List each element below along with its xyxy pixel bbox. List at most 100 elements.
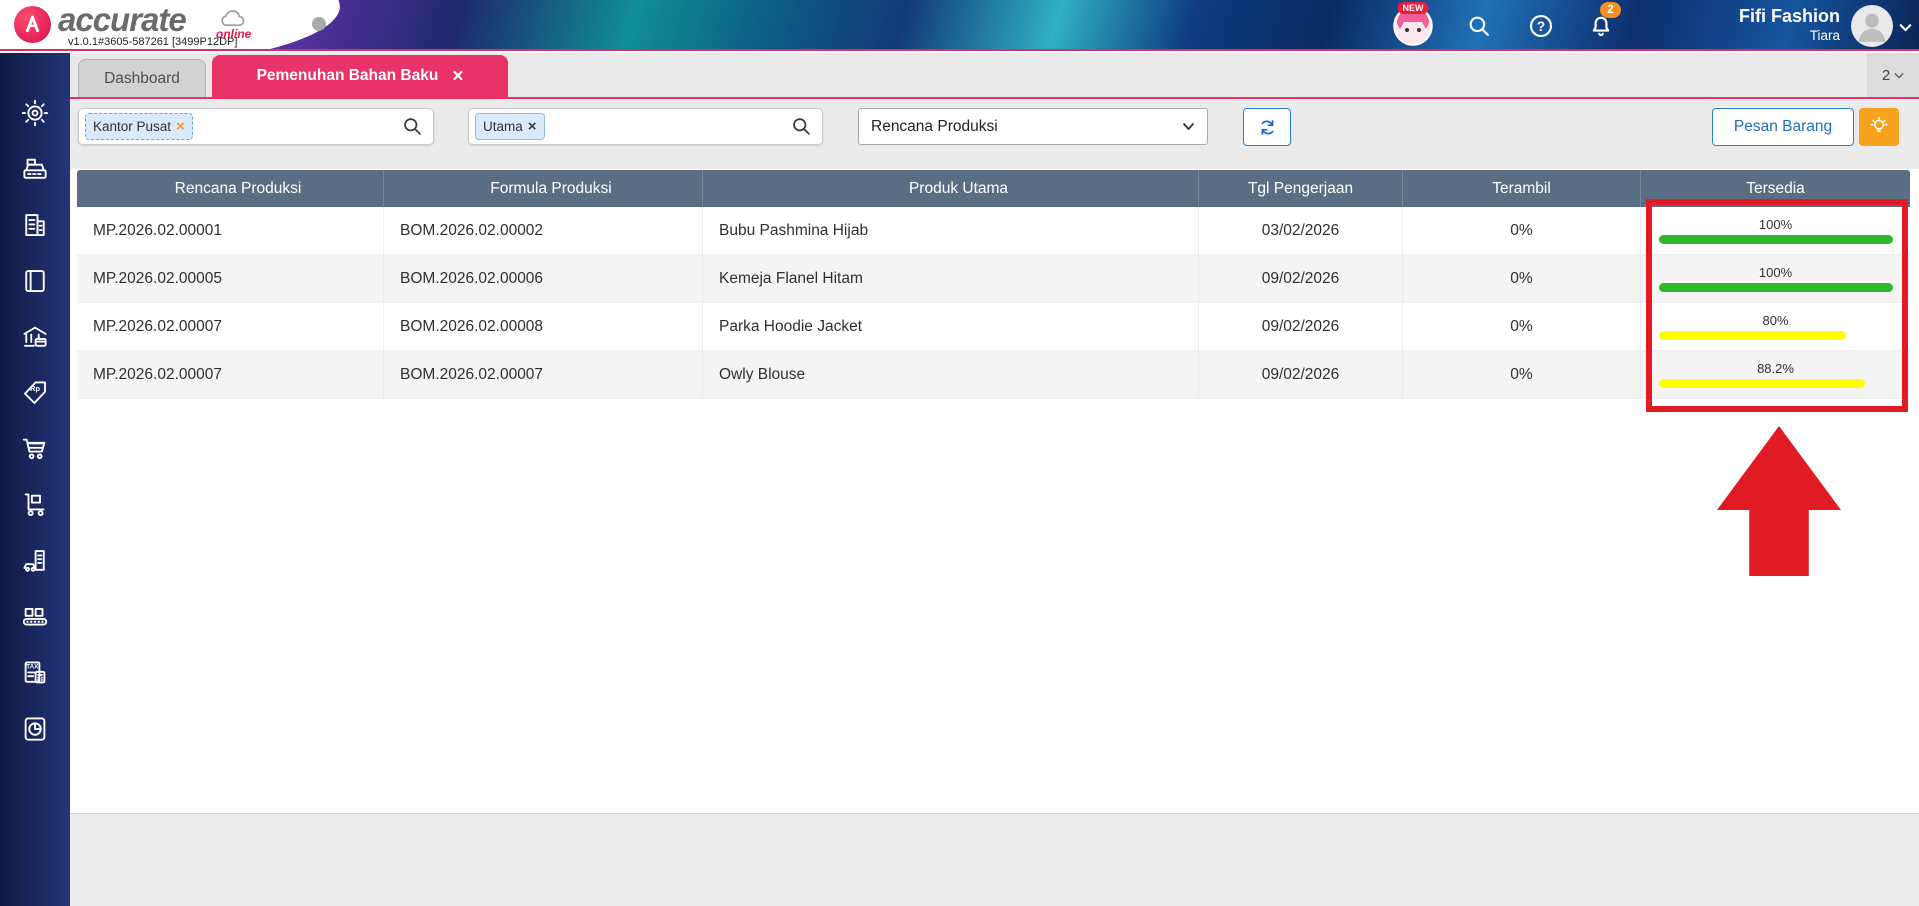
tersedia-percent-label: 100% (1759, 266, 1792, 280)
main-content: Rencana Produksi Formula Produksi Produk… (70, 169, 1919, 813)
svg-text:?: ? (1537, 19, 1545, 34)
column-header-tgl-pengerjaan[interactable]: Tgl Pengerjaan (1198, 170, 1402, 207)
cell-tgl: 03/02/2026 (1198, 207, 1402, 254)
branch-filter-input[interactable]: Kantor Pusat × (78, 108, 434, 145)
table-row[interactable]: MP.2026.02.00007 BOM.2026.02.00008 Parka… (77, 303, 1910, 351)
warehouse-chip-label: Utama (483, 119, 523, 134)
table-row[interactable]: MP.2026.02.00001 BOM.2026.02.00002 Bubu … (77, 207, 1910, 255)
column-header-produk-utama[interactable]: Produk Utama (702, 170, 1198, 207)
chip-remove-icon[interactable]: × (528, 119, 537, 134)
refresh-icon (1257, 117, 1278, 138)
accurate-online-app: accurate online v1.0.1#3605-587261 [3499… (0, 0, 1919, 906)
column-header-formula-produksi[interactable]: Formula Produksi (383, 170, 702, 207)
branch-chip-label: Kantor Pusat (93, 119, 171, 134)
tab-pemenuhan-bahan-baku[interactable]: Pemenuhan Bahan Baku × (212, 55, 508, 97)
tersedia-percent-label: 88.2% (1757, 362, 1794, 376)
column-header-terambil[interactable]: Terambil (1402, 170, 1640, 207)
svg-text:TAX: TAX (26, 664, 39, 671)
chip-remove-icon[interactable]: × (176, 119, 185, 134)
sidebar-item-manufacturing[interactable] (20, 602, 50, 632)
sidebar-item-reports[interactable] (20, 714, 50, 744)
sidebar-item-settings[interactable] (20, 98, 50, 128)
column-header-tersedia[interactable]: Tersedia (1640, 170, 1910, 207)
notification-count-badge: 2 (1600, 2, 1621, 18)
cell-rencana: MP.2026.02.00005 (77, 255, 383, 302)
user-name: Tiara (1650, 27, 1840, 44)
user-menu-chevron-icon[interactable] (1898, 20, 1913, 32)
tips-button[interactable] (1859, 108, 1899, 146)
column-header-rencana-produksi[interactable]: Rencana Produksi (77, 170, 383, 207)
tersedia-percent-label: 100% (1759, 218, 1792, 232)
tab-dashboard[interactable]: Dashboard (78, 59, 206, 97)
branch-filter-chip[interactable]: Kantor Pusat × (85, 113, 193, 140)
cell-terambil: 0% (1402, 303, 1640, 350)
refresh-button[interactable] (1243, 108, 1291, 146)
cell-produk: Bubu Pashmina Hijab (702, 207, 1198, 254)
search-icon[interactable] (402, 116, 423, 137)
tab-dashboard-label: Dashboard (104, 70, 180, 88)
sidebar-item-assets[interactable] (20, 546, 50, 576)
help-icon[interactable]: ? (1528, 13, 1554, 39)
tab-close-icon[interactable]: × (452, 67, 463, 86)
sidebar-item-sales[interactable]: Rp (20, 378, 50, 408)
table-row[interactable]: MP.2026.02.00005 BOM.2026.02.00006 Kemej… (77, 255, 1910, 303)
cell-terambil: 0% (1402, 207, 1640, 254)
cell-formula: BOM.2026.02.00006 (383, 255, 702, 302)
version-text: v1.0.1#3605-587261 [3499P12DP] (68, 36, 237, 48)
tersedia-progress-track (1659, 283, 1893, 292)
warehouse-filter-input[interactable]: Utama × (468, 108, 823, 145)
sidebar-item-tax[interactable]: TAX (20, 658, 50, 688)
tersedia-progress-bar (1659, 283, 1893, 292)
building-car-icon (20, 546, 50, 576)
whats-new-avatar[interactable]: NEW (1393, 6, 1433, 46)
tab-active-label: Pemenuhan Bahan Baku (257, 67, 439, 85)
tersedia-progress-track (1659, 331, 1893, 340)
top-bar: accurate online v1.0.1#3605-587261 [3499… (0, 0, 1919, 51)
cell-terambil: 0% (1402, 351, 1640, 398)
sidebar-item-purchases[interactable] (20, 434, 50, 464)
svg-text:Rp: Rp (30, 384, 40, 393)
company-name: Fifi Fashion (1650, 5, 1840, 27)
sidebar-item-journal[interactable] (20, 266, 50, 296)
accurate-logo-icon[interactable] (14, 6, 51, 43)
user-avatar[interactable] (1851, 5, 1893, 47)
table-row[interactable]: MP.2026.02.00007 BOM.2026.02.00007 Owly … (77, 351, 1910, 399)
table-header-row: Rencana Produksi Formula Produksi Produk… (77, 170, 1910, 207)
chevron-down-icon (1182, 122, 1195, 131)
tersedia-progress-bar (1659, 331, 1846, 340)
cell-tersedia: 100% (1640, 207, 1910, 254)
module-sidebar: Rp (0, 53, 70, 906)
shopping-cart-icon (20, 434, 50, 464)
sidebar-item-inventory[interactable] (20, 490, 50, 520)
cell-formula: BOM.2026.02.00007 (383, 351, 702, 398)
search-icon[interactable] (1466, 13, 1492, 39)
sidebar-item-company[interactable] (20, 210, 50, 240)
tersedia-progress-bar (1659, 379, 1865, 388)
tersedia-percent-label: 80% (1762, 314, 1788, 328)
cell-tersedia: 80% (1640, 303, 1910, 350)
pesan-barang-button[interactable]: Pesan Barang (1712, 108, 1854, 146)
sidebar-item-banking[interactable] (20, 322, 50, 352)
user-identity: Fifi Fashion Tiara (1650, 5, 1840, 44)
tab-overflow-dropdown[interactable]: 2 (1867, 53, 1919, 97)
brand-wordmark: accurate (58, 1, 186, 39)
tersedia-progress-track (1659, 379, 1893, 388)
pemenuhan-table: Rencana Produksi Formula Produksi Produk… (77, 170, 1910, 399)
warehouse-filter-chip[interactable]: Utama × (475, 113, 545, 140)
sidebar-item-cash-register[interactable] (20, 154, 50, 184)
cell-produk: Parka Hoodie Jacket (702, 303, 1198, 350)
cell-produk: Owly Blouse (702, 351, 1198, 398)
cell-tgl: 09/02/2026 (1198, 255, 1402, 302)
tersedia-progress-bar (1659, 235, 1893, 244)
conveyor-boxes-icon (20, 602, 50, 632)
filter-toolbar: Kantor Pusat × Utama × Rencana Produksi (70, 97, 1919, 169)
view-mode-value: Rencana Produksi (871, 118, 998, 136)
buildings-icon (20, 210, 50, 240)
cell-terambil: 0% (1402, 255, 1640, 302)
new-badge: NEW (1398, 2, 1429, 14)
tab-overflow-count: 2 (1882, 67, 1890, 84)
search-icon[interactable] (791, 116, 812, 137)
view-mode-select[interactable]: Rencana Produksi (858, 108, 1208, 145)
price-tag-rp-icon: Rp (20, 378, 50, 408)
book-icon (20, 266, 50, 296)
